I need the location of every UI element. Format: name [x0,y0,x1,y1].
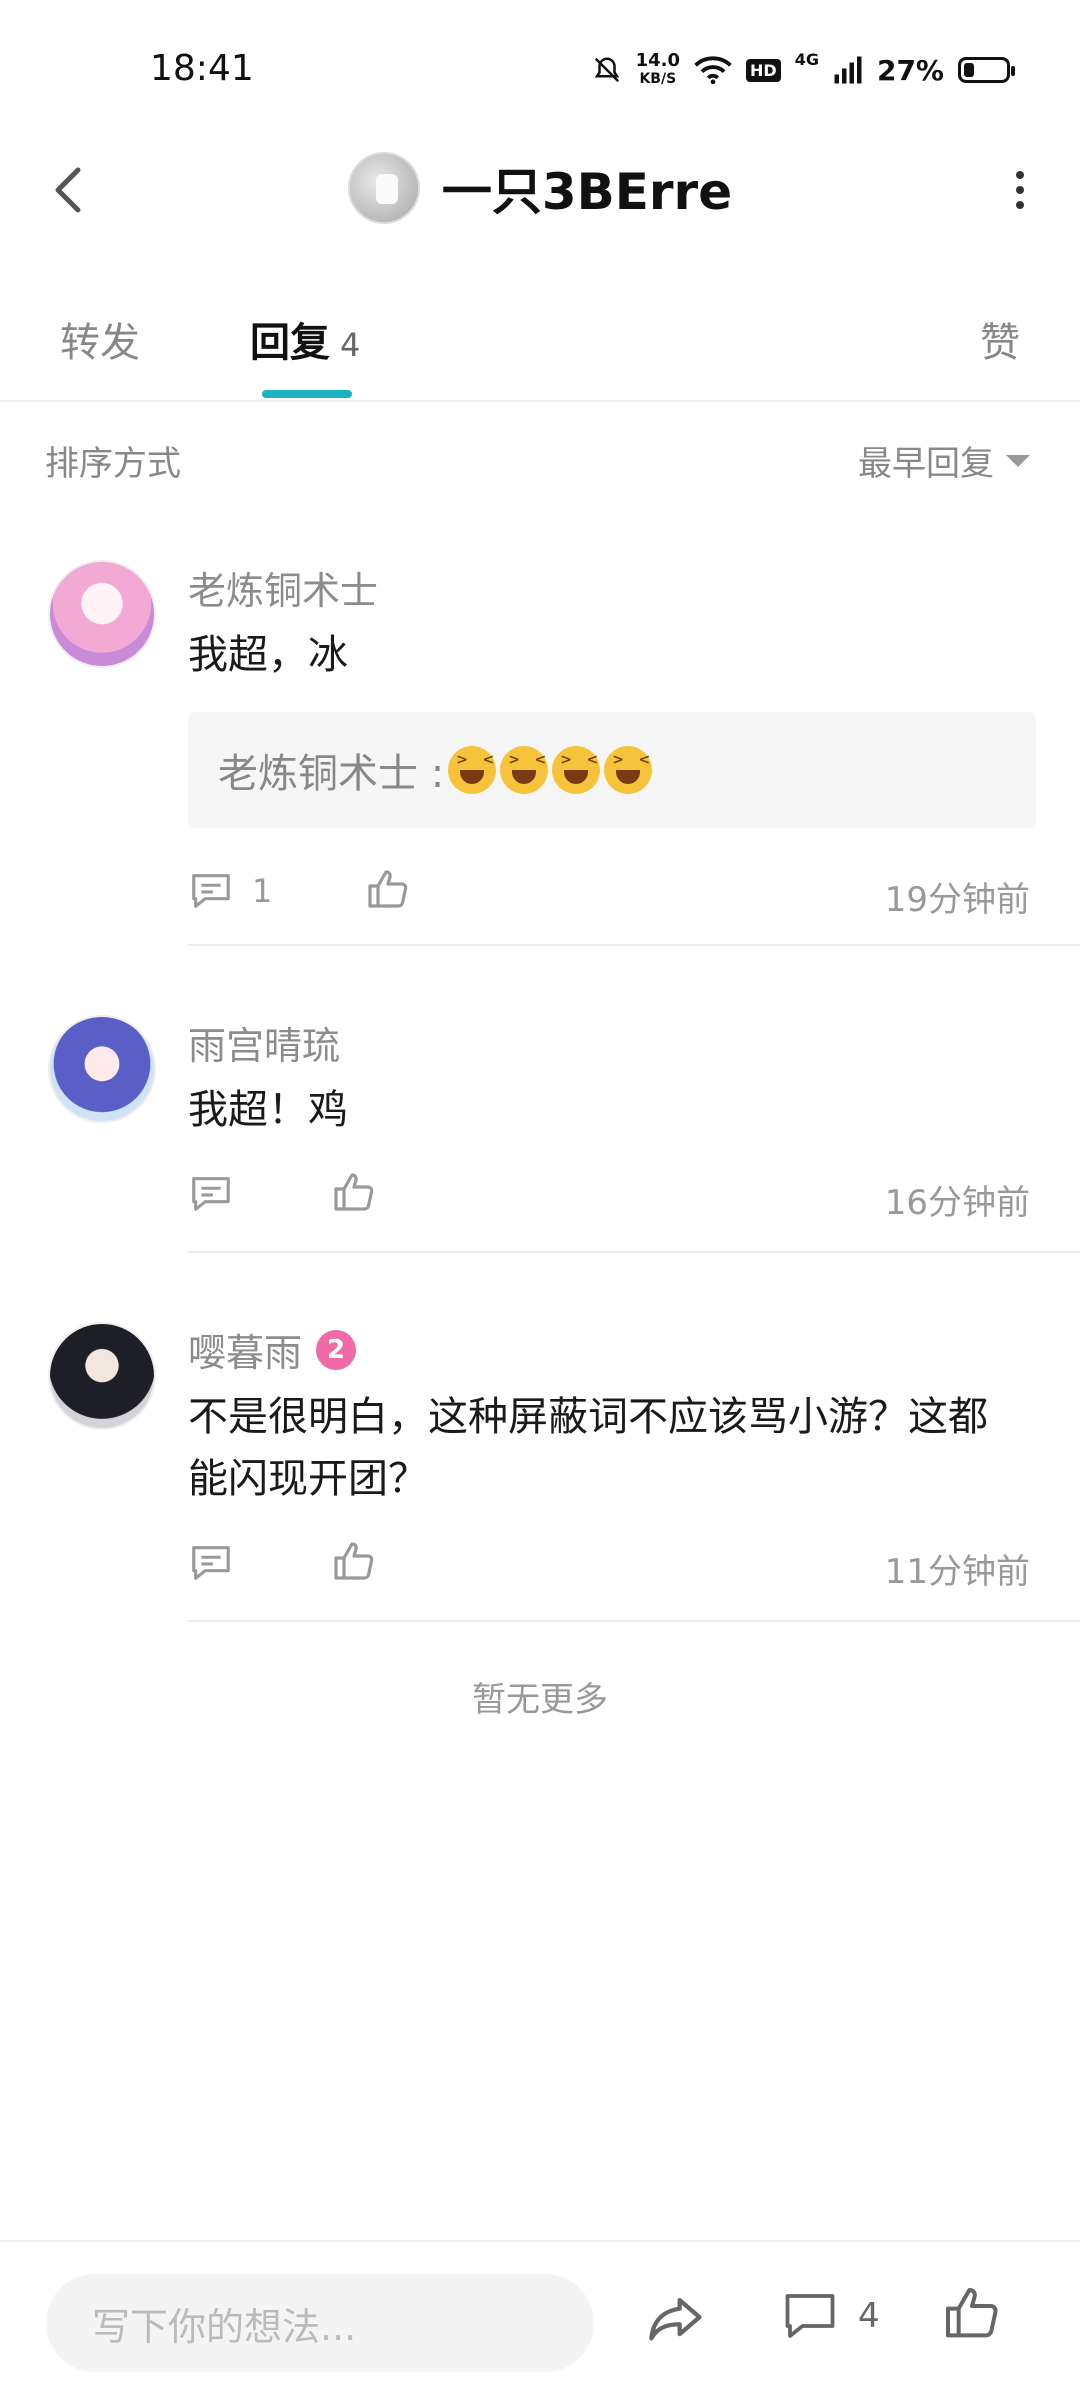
avatar[interactable] [48,1015,156,1123]
tab-reply-count: 4 [340,326,361,364]
net-speed-value: 14.0 [635,50,681,71]
header-title-group: 一只3BErre [0,152,1080,224]
comment-icon [192,1177,230,1211]
laughing-emoji-icon [500,746,549,794]
laughing-emoji-icon [552,746,601,794]
status-icons: 14.0 KB/S HD 4G 27% [592,50,1015,90]
active-tab-indicator [262,390,352,398]
laughing-emoji-icon [604,746,653,794]
reply-preview-author: 老炼铜术士 : [218,751,445,797]
comment-input[interactable]: 写下你的想法... [46,2274,594,2372]
divider [188,1251,1080,1253]
sort-label: 排序方式 [45,444,181,484]
divider [188,944,1080,946]
top-app-bar: 一只3BErre [0,140,1080,240]
like-button[interactable] [330,1538,378,1590]
comment-actions: 11分钟前 [188,1534,1030,1594]
author-name: 老炼铜术士 [188,569,379,613]
divider [188,1620,1080,1622]
more-options-button[interactable] [990,160,1050,220]
wifi-icon [694,56,732,85]
comment-actions: 1 19分钟前 [188,862,1030,922]
tab-forward[interactable]: 转发 [60,310,140,368]
comment-text: 我超！鸡 [188,1087,348,1133]
tab-reply[interactable]: 回复 4 [250,310,360,368]
hd-icon: HD [746,58,781,82]
more-dot-icon [1016,186,1024,194]
level-badge: 2 [316,1329,357,1370]
signal-icon [834,56,862,84]
sort-dropdown[interactable]: 最早回复 [858,436,1030,485]
comment-icon [192,1546,230,1580]
battery-icon [958,57,1015,83]
like-button[interactable] [330,1169,378,1221]
comment-time: 11分钟前 [884,1552,1030,1592]
reply-button[interactable] [188,1171,234,1217]
comment-text-line: 能闪现开团？ [188,1456,428,1502]
sort-row: 排序方式 最早回复 [0,430,1080,490]
caret-down-icon [1006,454,1030,467]
share-button[interactable] [640,2286,708,2358]
comments-button[interactable]: 4 [780,2286,880,2346]
comment-time: 19分钟前 [884,880,1030,920]
comment-author[interactable]: 雨宫晴琉 [188,1015,340,1070]
thumbs-up-icon [946,2288,998,2338]
author-avatar[interactable] [347,152,420,224]
bell-muted-icon [594,57,619,83]
reply-button[interactable]: 1 [188,868,272,914]
thumbs-up-icon [334,1542,374,1580]
status-time: 18:41 [150,48,254,89]
more-dot-icon [1016,201,1024,209]
reply-button[interactable] [188,1540,234,1586]
net-speed: 14.0 KB/S [636,52,680,88]
more-dot-icon [1016,171,1024,179]
like-button[interactable] [364,866,412,918]
comment-icon [192,874,230,908]
comment-time: 16分钟前 [884,1183,1030,1223]
sort-value: 最早回复 [858,444,994,484]
comment-actions: 16分钟前 [188,1165,1030,1225]
page-title: 一只3BErre [441,163,733,221]
comment-icon [785,2294,835,2338]
comment-text: 我超，冰 [188,632,348,678]
tab-like[interactable]: 赞 [980,310,1020,368]
like-post-button[interactable] [940,2282,1004,2350]
avatar[interactable] [48,1322,156,1430]
comment-author[interactable]: 老炼铜术士 [188,560,378,615]
author-name: 雨宫晴琉 [188,1024,341,1068]
tab-reply-label: 回复 [250,320,330,366]
comment-author[interactable]: 嘤暮雨 2 [188,1322,357,1377]
thumbs-up-icon [334,1173,374,1211]
comment-text-line: 不是很明白，这种屏蔽词不应该骂小游？这都 [188,1394,988,1440]
battery-percent: 27% [876,53,944,87]
comment-count: 4 [858,2296,880,2336]
laughing-emoji-icon [448,746,497,794]
status-bar: 18:41 14.0 KB/S HD 4G 27% [0,0,1080,140]
author-name: 嘤暮雨 [188,1331,303,1375]
avatar[interactable] [48,560,156,668]
tab-bar: 转发 回复 4 赞 [0,290,1080,402]
comment-text: 不是很明白，这种屏蔽词不应该骂小游？这都 能闪现开团？ [188,1386,1030,1510]
share-icon [649,2298,702,2341]
reply-count: 1 [252,872,273,910]
network-type: 4G [794,50,819,69]
reply-preview[interactable]: 老炼铜术士 : [188,712,1036,828]
net-speed-unit: KB/S [639,71,677,87]
thumbs-up-icon [368,870,408,908]
bottom-input-bar: 写下你的想法... 4 [0,2240,1080,2402]
end-of-list-text: 暂无更多 [472,1680,608,1720]
